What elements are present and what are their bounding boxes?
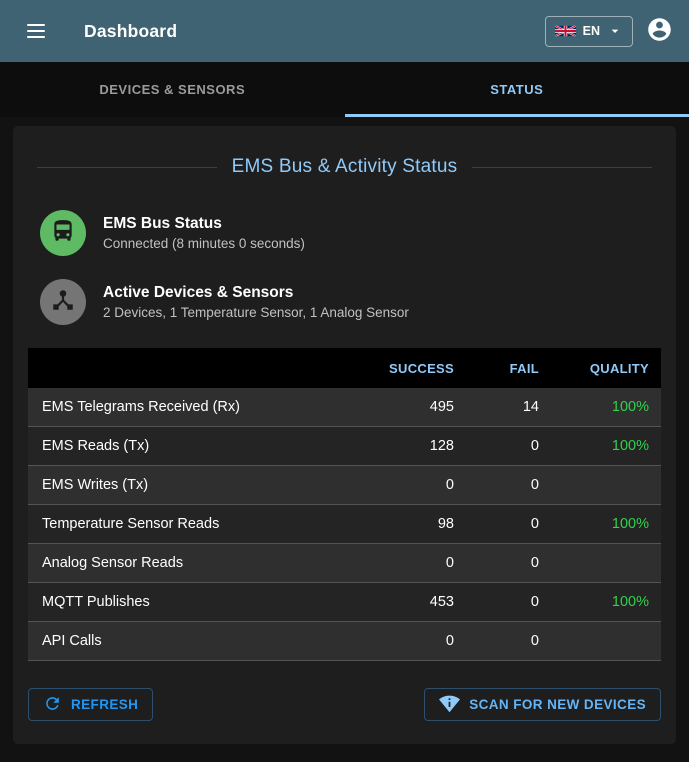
avatar xyxy=(40,279,86,325)
table-row: Analog Sensor Reads 0 0 xyxy=(28,544,661,583)
card-title: EMS Bus & Activity Status xyxy=(232,156,458,178)
table-row: MQTT Publishes 453 0 100% xyxy=(28,583,661,622)
row-label: EMS Writes (Tx) xyxy=(28,477,371,493)
row-label: API Calls xyxy=(28,633,371,649)
avatar xyxy=(40,210,86,256)
row-label: Analog Sensor Reads xyxy=(28,555,371,571)
account-circle-icon xyxy=(646,16,673,46)
hamburger-icon xyxy=(27,24,45,26)
table-row: Temperature Sensor Reads 98 0 100% xyxy=(28,505,661,544)
status-item-title: Active Devices & Sensors xyxy=(103,284,409,302)
row-quality-value: 100% xyxy=(551,516,661,532)
table-header: SUCCESS FAIL QUALITY xyxy=(28,348,661,388)
app-header: Dashboard EN xyxy=(0,0,689,62)
hamburger-menu-button[interactable] xyxy=(16,11,56,51)
refresh-button[interactable]: REFRESH xyxy=(28,688,153,721)
table-header-quality: QUALITY xyxy=(551,361,661,376)
row-success-value: 495 xyxy=(371,399,466,415)
row-label: MQTT Publishes xyxy=(28,594,371,610)
refresh-icon xyxy=(43,694,62,716)
row-fail-value: 14 xyxy=(466,399,551,415)
row-quality-value: 100% xyxy=(551,399,661,415)
page-title: Dashboard xyxy=(84,21,177,42)
device-hub-icon xyxy=(50,287,76,318)
divider xyxy=(37,167,217,168)
row-label: EMS Telegrams Received (Rx) xyxy=(28,399,371,415)
uk-flag-icon xyxy=(555,25,576,37)
row-success-value: 0 xyxy=(371,477,466,493)
row-fail-value: 0 xyxy=(466,555,551,571)
row-fail-value: 0 xyxy=(466,594,551,610)
row-success-value: 0 xyxy=(371,555,466,571)
status-card: EMS Bus & Activity Status EMS Bus Status… xyxy=(13,126,676,744)
status-item-subtitle: Connected (8 minutes 0 seconds) xyxy=(103,236,305,251)
row-fail-value: 0 xyxy=(466,477,551,493)
divider xyxy=(472,167,652,168)
status-item-subtitle: 2 Devices, 1 Temperature Sensor, 1 Analo… xyxy=(103,305,409,320)
bus-icon xyxy=(50,218,76,249)
status-texts: Active Devices & Sensors 2 Devices, 1 Te… xyxy=(103,284,409,320)
card-footer: REFRESH SCAN FOR NEW DEVICES xyxy=(28,688,661,721)
tab-devices-sensors[interactable]: DEVICES & SENSORS xyxy=(0,62,345,117)
appbar-actions: EN xyxy=(545,15,675,47)
tab-status[interactable]: STATUS xyxy=(345,62,689,117)
row-fail-value: 0 xyxy=(466,633,551,649)
language-label: EN xyxy=(583,24,600,38)
table-row: API Calls 0 0 xyxy=(28,622,661,661)
row-fail-value: 0 xyxy=(466,516,551,532)
scan-wifi-icon xyxy=(439,693,460,717)
row-fail-value: 0 xyxy=(466,438,551,454)
table-body: EMS Telegrams Received (Rx) 495 14 100% … xyxy=(28,388,661,661)
hamburger-icon xyxy=(27,36,45,38)
row-label: Temperature Sensor Reads xyxy=(28,516,371,532)
tab-bar: DEVICES & SENSORS STATUS xyxy=(0,62,689,117)
row-success-value: 0 xyxy=(371,633,466,649)
chevron-down-icon xyxy=(607,23,623,39)
scan-for-new-devices-button[interactable]: SCAN FOR NEW DEVICES xyxy=(424,688,661,721)
hamburger-icon xyxy=(27,30,45,32)
card-title-row: EMS Bus & Activity Status xyxy=(37,156,652,178)
status-list: EMS Bus Status Connected (8 minutes 0 se… xyxy=(40,210,661,325)
refresh-button-label: REFRESH xyxy=(71,697,138,712)
table-row: EMS Reads (Tx) 128 0 100% xyxy=(28,427,661,466)
list-item-active-devices: Active Devices & Sensors 2 Devices, 1 Te… xyxy=(40,279,661,325)
status-item-title: EMS Bus Status xyxy=(103,215,305,233)
row-success-value: 128 xyxy=(371,438,466,454)
row-success-value: 453 xyxy=(371,594,466,610)
table-row: EMS Telegrams Received (Rx) 495 14 100% xyxy=(28,388,661,427)
scan-button-label: SCAN FOR NEW DEVICES xyxy=(469,697,646,712)
table-header-success: SUCCESS xyxy=(371,361,466,376)
row-quality-value: 100% xyxy=(551,594,661,610)
row-label: EMS Reads (Tx) xyxy=(28,438,371,454)
activity-table: SUCCESS FAIL QUALITY EMS Telegrams Recei… xyxy=(28,348,661,661)
table-row: EMS Writes (Tx) 0 0 xyxy=(28,466,661,505)
table-header-fail: FAIL xyxy=(466,361,551,376)
row-success-value: 98 xyxy=(371,516,466,532)
account-button[interactable] xyxy=(643,15,675,47)
language-selector[interactable]: EN xyxy=(545,16,633,47)
status-texts: EMS Bus Status Connected (8 minutes 0 se… xyxy=(103,215,305,251)
row-quality-value: 100% xyxy=(551,438,661,454)
list-item-ems-bus-status: EMS Bus Status Connected (8 minutes 0 se… xyxy=(40,210,661,256)
